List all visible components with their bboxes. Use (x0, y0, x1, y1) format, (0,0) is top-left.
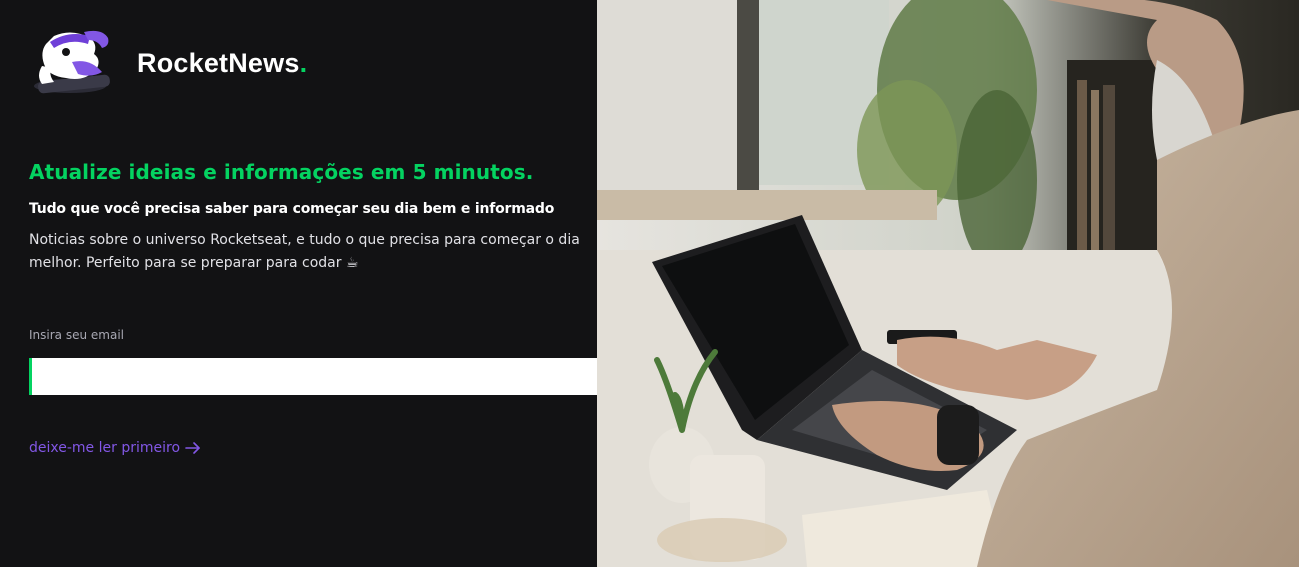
man-laptop-photo (597, 0, 1299, 567)
headline: Atualize ideias e informações em 5 minut… (29, 160, 534, 184)
brand-dot: . (299, 47, 308, 78)
arrow-right-icon (185, 442, 200, 454)
hero-photo (597, 0, 1299, 567)
description: Noticias sobre o universo Rocketseat, e … (29, 232, 580, 271)
subheadline: Tudo que você precisa saber para começar… (29, 201, 555, 217)
rocket-mascot-icon (34, 30, 110, 94)
email-form (29, 358, 659, 395)
email-input[interactable] (29, 358, 625, 395)
email-label: Insira seu email (29, 328, 124, 342)
read-first-label: deixe-me ler primeiro (29, 440, 181, 456)
brand: RocketNews. (32, 26, 307, 100)
brand-name-text: RocketNews (137, 47, 300, 78)
brand-name: RocketNews. (137, 48, 307, 79)
left-panel: RocketNews. Atualize ideias e informaçõe… (0, 0, 659, 567)
read-first-link[interactable]: deixe-me ler primeiro (29, 440, 201, 456)
